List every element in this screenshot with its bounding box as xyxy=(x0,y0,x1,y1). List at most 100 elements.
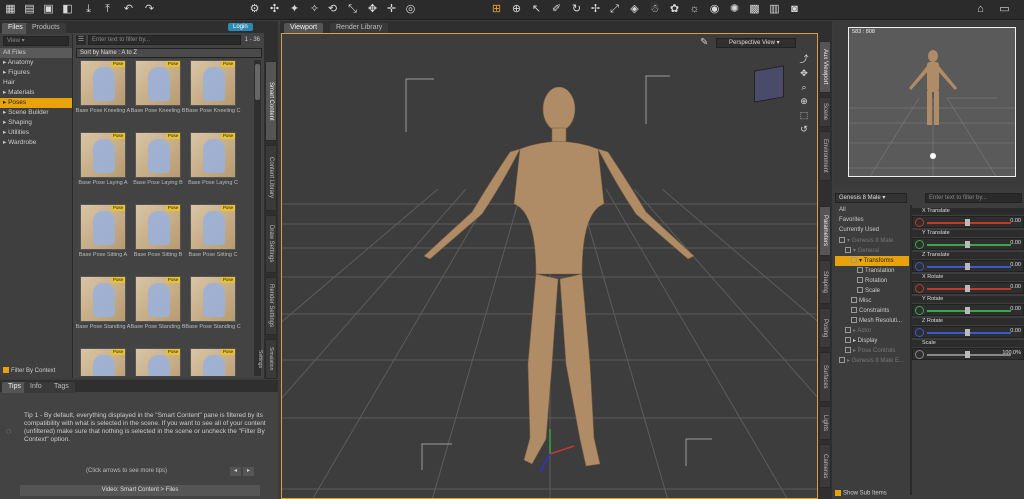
tree-item-checkbox[interactable] xyxy=(839,237,845,244)
save-as-icon[interactable]: ◧ xyxy=(61,3,74,16)
param-tree-item[interactable]: Scale xyxy=(835,286,909,296)
pose-thumbnail[interactable]: Pose xyxy=(190,276,236,322)
param-slider-icon[interactable] xyxy=(915,350,924,359)
param-slider-icon[interactable] xyxy=(915,262,924,271)
pose-thumbnail[interactable]: Pose xyxy=(80,132,126,178)
filter-by-context[interactable]: Filter By Context xyxy=(3,366,55,376)
category-item[interactable]: All Files xyxy=(0,48,72,58)
param-slider-value[interactable]: 0.00 xyxy=(1010,262,1021,268)
spot-render-icon[interactable]: ✺ xyxy=(728,3,741,16)
tab-simulation-settings[interactable]: Simulation Settings xyxy=(257,339,277,379)
export-icon[interactable]: ⤒ xyxy=(101,3,114,16)
render-icon[interactable]: ▥ xyxy=(768,3,781,16)
param-tree-item[interactable]: ▸ Pose Controls xyxy=(835,346,909,356)
filter-input[interactable]: Enter text to filter by... xyxy=(88,35,241,45)
param-tree-item[interactable]: Mesh Resoluti... xyxy=(835,316,909,326)
tree-item-checkbox[interactable] xyxy=(845,347,851,354)
param-slider[interactable]: 0.00 xyxy=(912,260,1024,272)
param-tree-item[interactable]: ▸ Genesis 8 Male E... xyxy=(835,356,909,366)
tree-item-checkbox[interactable] xyxy=(857,277,863,284)
param-slider[interactable]: 0.00 xyxy=(912,216,1024,228)
tree-item-checkbox[interactable] xyxy=(851,317,857,324)
param-tree-item[interactable]: ▾ Genesis 8 Male xyxy=(835,236,909,246)
tab-info[interactable]: Info xyxy=(24,382,48,393)
photo-icon[interactable]: ◙ xyxy=(788,3,801,16)
camera-tool-icon[interactable]: ◉ xyxy=(708,3,721,16)
param-tree-item[interactable]: Translation xyxy=(835,266,909,276)
category-item[interactable]: ▸ Poses xyxy=(0,98,72,108)
home-icon[interactable]: ⌂ xyxy=(974,3,987,16)
cube-icon[interactable]: ▩ xyxy=(748,3,761,16)
param-slider[interactable]: 0.00 xyxy=(912,304,1024,316)
video-button[interactable]: Video: Smart Content > Files xyxy=(20,485,260,496)
pan-icon[interactable]: ✥ xyxy=(798,66,810,80)
group-favorites[interactable]: Favorites xyxy=(835,215,909,225)
param-slider[interactable]: 100.0% xyxy=(912,348,1024,360)
filter-by-context-checkbox[interactable] xyxy=(3,367,9,374)
scale-tool-icon[interactable]: ⤢ xyxy=(608,3,621,16)
translate-tool-icon[interactable]: ✢ xyxy=(589,3,602,16)
category-item[interactable]: ▸ Utilities xyxy=(0,128,72,138)
zoom-icon[interactable]: ⌕ xyxy=(798,80,810,94)
redo-icon[interactable]: ↷ xyxy=(143,3,156,16)
transform-tool-icon[interactable]: ◈ xyxy=(628,3,641,16)
tree-item-checkbox[interactable] xyxy=(851,307,857,314)
param-tree-item[interactable]: ▸ Actor xyxy=(835,326,909,336)
undo-icon[interactable]: ↶ xyxy=(122,3,135,16)
pose-thumbnail[interactable]: Pose xyxy=(190,60,236,106)
light-tool-icon[interactable]: ☼ xyxy=(688,3,701,16)
folder-icon[interactable]: ▤ xyxy=(23,3,36,16)
scrollbar-thumb[interactable] xyxy=(255,64,260,100)
pose-thumbnail[interactable]: Pose xyxy=(190,204,236,250)
category-item[interactable]: ▸ Figures xyxy=(0,68,72,78)
move-icon[interactable]: ✛ xyxy=(385,3,398,16)
param-slider-knob[interactable] xyxy=(965,241,970,248)
tree-item-checkbox[interactable] xyxy=(839,357,845,364)
tab-lights[interactable]: Lights xyxy=(819,406,831,440)
viewport[interactable]: ✎ Perspective View ▾ ⤴ ✥ ⌕ ⊕ ⬚ ↺ xyxy=(281,33,818,499)
param-slider-value[interactable]: 0.00 xyxy=(1010,240,1021,246)
tab-cameras[interactable]: Cameras xyxy=(819,444,831,488)
filter-menu-icon[interactable]: ☰ xyxy=(76,35,86,45)
category-item[interactable]: ▸ Shaping xyxy=(0,118,72,128)
tab-files[interactable]: Files xyxy=(2,23,29,34)
select-tool-icon[interactable]: ↖ xyxy=(530,3,543,16)
orbit-icon[interactable]: ◎ xyxy=(404,3,417,16)
node-icon[interactable]: ✣ xyxy=(268,3,281,16)
tab-scene[interactable]: Scene xyxy=(819,97,831,127)
login-button[interactable]: Login xyxy=(228,23,253,31)
pose-thumbnail[interactable]: Pose xyxy=(190,348,236,376)
param-slider[interactable]: 0.00 xyxy=(912,282,1024,294)
window-icon[interactable]: ▭ xyxy=(998,3,1011,16)
tree-item-checkbox[interactable] xyxy=(851,297,857,304)
sort-dropdown[interactable]: Sort by Name : A to Z xyxy=(76,48,262,58)
universal-icon[interactable]: ✥ xyxy=(366,3,379,16)
aux-viewport[interactable]: 583 : 808 xyxy=(848,27,1016,177)
show-sub-items-checkbox[interactable] xyxy=(835,490,841,496)
prev-tip-button[interactable]: ◂ xyxy=(230,467,241,476)
param-slider-icon[interactable] xyxy=(915,306,924,315)
tile-icon[interactable]: ▦ xyxy=(4,3,17,16)
pose-thumbnail[interactable]: Pose xyxy=(135,132,181,178)
param-slider-knob[interactable] xyxy=(965,329,970,336)
orbit-icon[interactable]: ⤴ xyxy=(798,52,810,66)
tab-tags[interactable]: Tags xyxy=(48,382,75,393)
pose-thumbnail[interactable]: Pose xyxy=(80,60,126,106)
param-slider-knob[interactable] xyxy=(965,219,970,226)
tab-content-library[interactable]: Content Library xyxy=(265,145,277,211)
param-slider-icon[interactable] xyxy=(915,218,924,227)
param-slider-knob[interactable] xyxy=(965,285,970,292)
category-dropdown[interactable]: View ▾ xyxy=(3,36,69,46)
param-slider[interactable]: 0.00 xyxy=(912,326,1024,338)
pose-thumbnail[interactable]: Pose xyxy=(135,204,181,250)
pose-thumbnail[interactable]: Pose xyxy=(135,60,181,106)
category-item[interactable]: ▸ Anatomy xyxy=(0,58,72,68)
category-item[interactable]: ▸ Scene Builder xyxy=(0,108,72,118)
param-tree-item[interactable]: ▸ Display xyxy=(835,336,909,346)
param-tree-item[interactable]: Misc xyxy=(835,296,909,306)
pose-thumbnail[interactable]: Pose xyxy=(80,204,126,250)
rotate-tool-icon[interactable]: ↻ xyxy=(570,3,583,16)
tab-aux-viewport[interactable]: Aux Viewport xyxy=(819,41,831,93)
tree-item-checkbox[interactable] xyxy=(845,337,851,344)
category-item[interactable]: ▸ Wardrobe xyxy=(0,138,72,148)
